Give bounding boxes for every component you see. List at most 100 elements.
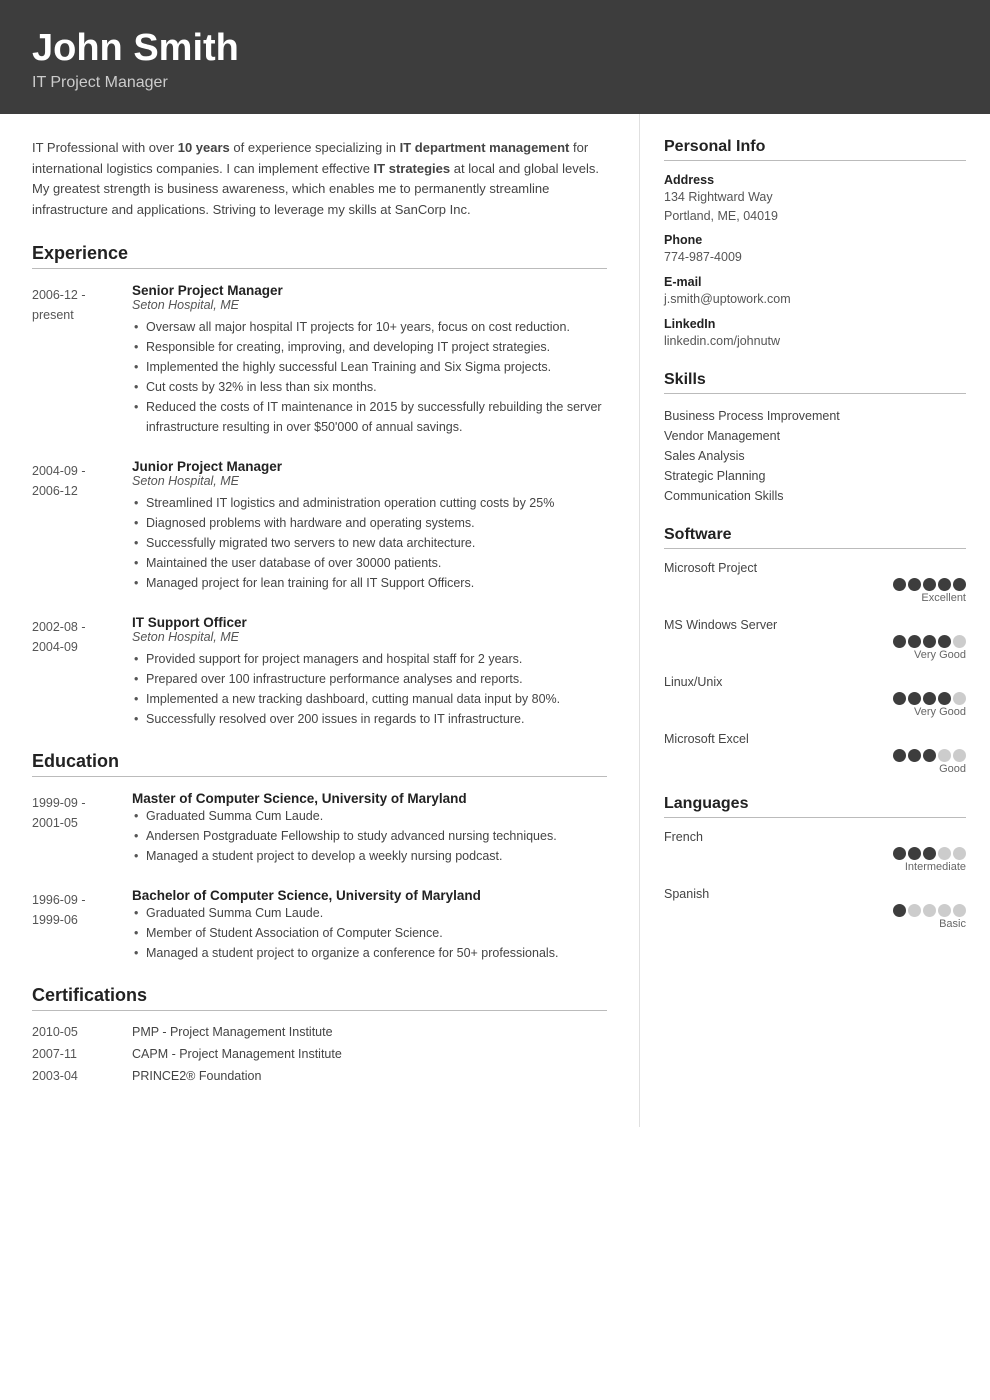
dot-filled xyxy=(938,692,951,705)
bullet: Graduated Summa Cum Laude. xyxy=(132,806,607,826)
experience-entry-1: 2006-12 - present Senior Project Manager… xyxy=(32,283,607,437)
skill-item: Communication Skills xyxy=(664,486,966,506)
dot-empty xyxy=(908,904,921,917)
edu-dates-2: 1996-09 - 1999-06 xyxy=(32,888,132,963)
dot-filled xyxy=(908,692,921,705)
cert-date-1: 2010-05 xyxy=(32,1025,132,1039)
entry-role-1: Senior Project Manager xyxy=(132,283,607,298)
email-label: E-mail xyxy=(664,275,966,289)
bullet: Cut costs by 32% in less than six months… xyxy=(132,377,607,397)
entry-content-1: Senior Project Manager Seton Hospital, M… xyxy=(132,283,607,437)
bullet: Provided support for project managers an… xyxy=(132,649,607,669)
candidate-title: IT Project Manager xyxy=(32,74,958,92)
software-section: Software Microsoft Project Excellent MS … xyxy=(664,526,966,775)
entry-company-2: Seton Hospital, ME xyxy=(132,474,607,488)
education-title: Education xyxy=(32,751,607,777)
edu-bullets-2: Graduated Summa Cum Laude. Member of Stu… xyxy=(132,903,607,963)
linkedin-label: LinkedIn xyxy=(664,317,966,331)
entry-dates-1: 2006-12 - present xyxy=(32,283,132,437)
experience-title: Experience xyxy=(32,243,607,269)
cert-entry-3: 2003-04 PRINCE2® Foundation xyxy=(32,1069,607,1083)
dot-filled xyxy=(923,635,936,648)
linkedin-value: linkedin.com/johnutw xyxy=(664,332,966,351)
dot-filled xyxy=(893,749,906,762)
bullet: Managed project for lean training for al… xyxy=(132,573,607,593)
dot-filled xyxy=(953,578,966,591)
bullet: Streamlined IT logistics and administrat… xyxy=(132,493,607,513)
personal-info-title: Personal Info xyxy=(664,138,966,161)
bullet: Maintained the user database of over 300… xyxy=(132,553,607,573)
phone-value: 774-987-4009 xyxy=(664,248,966,267)
right-column: Personal Info Address 134 Rightward WayP… xyxy=(640,114,990,1127)
software-item-2: MS Windows Server Very Good xyxy=(664,618,966,661)
skill-item: Sales Analysis xyxy=(664,446,966,466)
entry-content-3: IT Support Officer Seton Hospital, ME Pr… xyxy=(132,615,607,729)
personal-info-phone: Phone 774-987-4009 xyxy=(664,233,966,267)
candidate-name: John Smith xyxy=(32,28,958,70)
address-label: Address xyxy=(664,173,966,187)
resume-header: John Smith IT Project Manager xyxy=(0,0,990,114)
dot-filled xyxy=(923,578,936,591)
dot-empty xyxy=(923,904,936,917)
dot-filled xyxy=(893,578,906,591)
bullet: Prepared over 100 infrastructure perform… xyxy=(132,669,607,689)
cert-name-3: PRINCE2® Foundation xyxy=(132,1069,261,1083)
skills-title: Skills xyxy=(664,371,966,394)
dot-filled xyxy=(938,635,951,648)
software-name-3: Linux/Unix xyxy=(664,675,966,689)
cert-entry-1: 2010-05 PMP - Project Management Institu… xyxy=(32,1025,607,1039)
dot-filled xyxy=(908,749,921,762)
left-column: IT Professional with over 10 years of ex… xyxy=(0,114,640,1127)
phone-label: Phone xyxy=(664,233,966,247)
dot-filled xyxy=(908,578,921,591)
bullet: Successfully migrated two servers to new… xyxy=(132,533,607,553)
software-label-3: Very Good xyxy=(664,706,966,718)
bullet: Managed a student project to develop a w… xyxy=(132,846,607,866)
lang-label-1: Intermediate xyxy=(664,861,966,873)
languages-title: Languages xyxy=(664,795,966,818)
bullet: Graduated Summa Cum Laude. xyxy=(132,903,607,923)
entry-dates-3: 2002-08 - 2004-09 xyxy=(32,615,132,729)
edu-bullets-1: Graduated Summa Cum Laude. Andersen Post… xyxy=(132,806,607,866)
dot-filled xyxy=(908,635,921,648)
cert-name-1: PMP - Project Management Institute xyxy=(132,1025,333,1039)
skill-item: Vendor Management xyxy=(664,426,966,446)
dot-filled xyxy=(923,692,936,705)
entry-role-3: IT Support Officer xyxy=(132,615,607,630)
certifications-title: Certifications xyxy=(32,985,607,1011)
lang-name-2: Spanish xyxy=(664,887,966,901)
dot-filled xyxy=(908,847,921,860)
software-name-1: Microsoft Project xyxy=(664,561,966,575)
education-entry-2: 1996-09 - 1999-06 Bachelor of Computer S… xyxy=(32,888,607,963)
lang-name-1: French xyxy=(664,830,966,844)
edu-role-1: Master of Computer Science, University o… xyxy=(132,791,607,806)
edu-content-1: Master of Computer Science, University o… xyxy=(132,791,607,866)
bullet: Implemented a new tracking dashboard, cu… xyxy=(132,689,607,709)
dot-filled xyxy=(893,635,906,648)
experience-entry-2: 2004-09 - 2006-12 Junior Project Manager… xyxy=(32,459,607,593)
lang-dots-1 xyxy=(664,847,966,860)
dot-empty xyxy=(953,847,966,860)
edu-dates-1: 1999-09 - 2001-05 xyxy=(32,791,132,866)
cert-name-2: CAPM - Project Management Institute xyxy=(132,1047,342,1061)
entry-bullets-2: Streamlined IT logistics and administrat… xyxy=(132,493,607,593)
dot-empty xyxy=(953,904,966,917)
bullet: Member of Student Association of Compute… xyxy=(132,923,607,943)
bullet: Diagnosed problems with hardware and ope… xyxy=(132,513,607,533)
entry-company-1: Seton Hospital, ME xyxy=(132,298,607,312)
entry-role-2: Junior Project Manager xyxy=(132,459,607,474)
bullet: Oversaw all major hospital IT projects f… xyxy=(132,317,607,337)
dot-filled xyxy=(893,847,906,860)
bullet: Andersen Postgraduate Fellowship to stud… xyxy=(132,826,607,846)
software-item-4: Microsoft Excel Good xyxy=(664,732,966,775)
dot-empty xyxy=(938,847,951,860)
lang-label-2: Basic xyxy=(664,918,966,930)
email-value: j.smith@uptowork.com xyxy=(664,290,966,309)
dots-row-4 xyxy=(664,749,966,762)
personal-info-email: E-mail j.smith@uptowork.com xyxy=(664,275,966,309)
bullet: Managed a student project to organize a … xyxy=(132,943,607,963)
dot-filled xyxy=(938,578,951,591)
dot-empty xyxy=(938,904,951,917)
languages-section: Languages French Intermediate Spanish xyxy=(664,795,966,930)
skill-item: Business Process Improvement xyxy=(664,406,966,426)
